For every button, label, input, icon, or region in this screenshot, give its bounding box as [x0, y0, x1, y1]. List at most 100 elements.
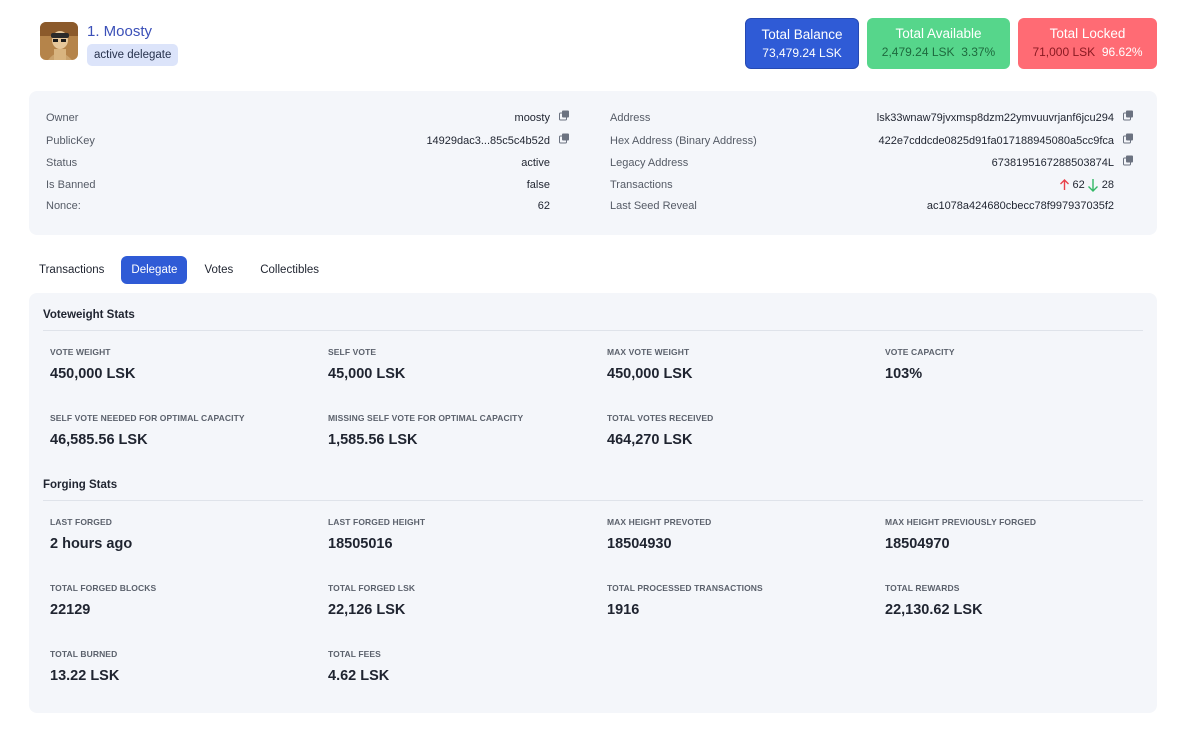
stat-max-height-prevoted: MAX HEIGHT PREVOTED 18504930	[607, 517, 877, 553]
stat-label: MAX VOTE WEIGHT	[607, 347, 690, 357]
stat-value: 464,270 LSK	[607, 432, 693, 448]
total-available-card: Total Available 2,479.24 LSK 3.37%	[867, 18, 1010, 69]
address-value: lsk33wnaw79jvxmsp8dzm22ymvuuvrjanf6jcu29…	[876, 112, 1114, 124]
stat-label: TOTAL PROCESSED TRANSACTIONS	[607, 583, 763, 593]
status-badge: active delegate	[87, 44, 179, 66]
account-tabs: Transactions Delegate Votes Collectibles	[29, 256, 336, 284]
stat-label: TOTAL VOTES RECEIVED	[607, 413, 714, 423]
stat-vote-weight: VOTE WEIGHT 450,000 LSK	[50, 347, 320, 383]
tab-delegate[interactable]: Delegate	[121, 256, 188, 284]
stat-max-height-previously-forged: MAX HEIGHT PREVIOUSLY FORGED 18504970	[885, 517, 1155, 553]
total-balance-value: 73,479.24 LSK	[762, 46, 842, 60]
stat-value: 22,130.62 LSK	[885, 602, 983, 618]
stat-total-fees: TOTAL FEES 4.62 LSK	[328, 649, 598, 685]
transactions-sent: 62	[1072, 179, 1085, 191]
copy-icon[interactable]	[1123, 133, 1134, 144]
stat-label: VOTE CAPACITY	[885, 347, 955, 357]
delegate-profile: 1. Moosty active delegate	[40, 22, 179, 66]
hex-address-label: Hex Address (Binary Address)	[610, 135, 757, 147]
total-locked-card: Total Locked 71,000 LSK 96.62%	[1018, 18, 1157, 69]
status-value: active	[521, 157, 550, 169]
stat-label: MISSING SELF VOTE FOR OPTIMAL CAPACITY	[328, 413, 524, 423]
copy-icon[interactable]	[559, 110, 570, 121]
total-balance-title: Total Balance	[761, 27, 843, 42]
stat-value: 2 hours ago	[50, 536, 133, 552]
hex-address-value: 422e7cddcde0825d91fa017188945080a5cc9fca	[878, 135, 1115, 147]
stat-label: TOTAL BURNED	[50, 649, 118, 659]
is-banned-label: Is Banned	[46, 179, 96, 191]
arrow-up-icon	[1059, 179, 1070, 191]
stat-self-vote-needed: SELF VOTE NEEDED FOR OPTIMAL CAPACITY 46…	[50, 413, 320, 449]
section-divider	[43, 500, 1143, 501]
stat-label: VOTE WEIGHT	[50, 347, 111, 357]
stat-value: 450,000 LSK	[50, 366, 136, 382]
stat-label: TOTAL REWARDS	[885, 583, 960, 593]
stat-missing-self-vote: MISSING SELF VOTE FOR OPTIMAL CAPACITY 1…	[328, 413, 598, 449]
owner-label: Owner	[46, 112, 79, 124]
owner-value: moosty	[514, 112, 550, 124]
stat-label: TOTAL FEES	[328, 649, 381, 659]
stat-label: SELF VOTE	[328, 347, 377, 357]
transactions-counts: 62 28	[1059, 178, 1114, 192]
total-available-values: 2,479.24 LSK 3.37%	[867, 44, 1010, 61]
publickey-value: 14929dac3...85c5c4b52d	[426, 135, 550, 147]
stat-total-forged-blocks: TOTAL FORGED BLOCKS 22129	[50, 583, 320, 619]
stat-total-burned: TOTAL BURNED 13.22 LSK	[50, 649, 320, 685]
address-label: Address	[610, 112, 651, 124]
stat-value: 22,126 LSK	[328, 602, 406, 618]
stat-label: LAST FORGED HEIGHT	[328, 517, 426, 527]
copy-icon[interactable]	[1123, 110, 1134, 121]
stat-label: TOTAL FORGED LSK	[328, 583, 416, 593]
stat-value: 4.62 LSK	[328, 668, 390, 684]
tab-collectibles[interactable]: Collectibles	[250, 256, 329, 284]
stat-total-processed-transactions: TOTAL PROCESSED TRANSACTIONS 1916	[607, 583, 877, 619]
account-info-panel: Owner PublicKey Status Is Banned Nonce: …	[29, 91, 1157, 235]
balance-cards: Total Balance 73,479.24 LSK Total Availa…	[745, 18, 1157, 69]
copy-icon[interactable]	[559, 133, 570, 144]
tab-transactions[interactable]: Transactions	[29, 256, 114, 284]
stat-label: SELF VOTE NEEDED FOR OPTIMAL CAPACITY	[50, 413, 245, 423]
transactions-received: 28	[1101, 179, 1114, 191]
section-divider	[43, 330, 1143, 331]
avatar	[40, 22, 78, 60]
stat-value: 45,000 LSK	[328, 366, 406, 382]
forging-stats-title: Forging Stats	[43, 479, 118, 491]
stat-total-forged-lsk: TOTAL FORGED LSK 22,126 LSK	[328, 583, 598, 619]
total-available-title: Total Available	[895, 26, 982, 41]
nonce-value: 62	[537, 200, 550, 212]
total-available-value: 2,479.24 LSK	[881, 45, 955, 59]
status-label: Status	[46, 157, 78, 169]
stat-value: 450,000 LSK	[607, 366, 693, 382]
last-seed-reveal-value: ac1078a424680cbecc78f997937035f2	[926, 200, 1114, 212]
stat-total-votes-received: TOTAL VOTES RECEIVED 464,270 LSK	[607, 413, 877, 449]
arrow-down-icon	[1087, 178, 1099, 192]
copy-icon[interactable]	[1123, 155, 1134, 166]
stat-value: 18505016	[328, 536, 393, 552]
stat-last-forged-height: LAST FORGED HEIGHT 18505016	[328, 517, 598, 553]
stat-value: 103%	[885, 366, 923, 382]
stat-label: TOTAL FORGED BLOCKS	[50, 583, 157, 593]
stat-label: MAX HEIGHT PREVIOUSLY FORGED	[885, 517, 1037, 527]
tab-votes[interactable]: Votes	[194, 256, 243, 284]
total-locked-title: Total Locked	[1049, 26, 1126, 41]
transactions-label: Transactions	[610, 179, 673, 191]
publickey-label: PublicKey	[46, 135, 95, 147]
stat-max-vote-weight: MAX VOTE WEIGHT 450,000 LSK	[607, 347, 877, 383]
stat-value: 1916	[607, 602, 640, 618]
stat-label: MAX HEIGHT PREVOTED	[607, 517, 712, 527]
stat-total-rewards: TOTAL REWARDS 22,130.62 LSK	[885, 583, 1155, 619]
nonce-label: Nonce:	[46, 200, 81, 212]
stat-last-forged: LAST FORGED 2 hours ago	[50, 517, 320, 553]
is-banned-value: false	[526, 179, 550, 191]
total-locked-value: 71,000 LSK	[1032, 45, 1096, 59]
stat-value: 22129	[50, 602, 91, 618]
voteweight-stats-title: Voteweight Stats	[43, 309, 135, 321]
total-locked-percent: 96.62%	[1101, 45, 1143, 59]
stat-value: 18504970	[885, 536, 950, 552]
stat-vote-capacity: VOTE CAPACITY 103%	[885, 347, 1155, 383]
total-locked-values: 71,000 LSK 96.62%	[1018, 44, 1157, 61]
total-balance-card: Total Balance 73,479.24 LSK	[745, 18, 859, 69]
delegate-name: 1. Moosty	[87, 23, 153, 40]
legacy-address-value: 6738195167288503874L	[991, 157, 1114, 169]
delegate-stats-panel: Voteweight Stats VOTE WEIGHT 450,000 LSK…	[29, 293, 1157, 713]
